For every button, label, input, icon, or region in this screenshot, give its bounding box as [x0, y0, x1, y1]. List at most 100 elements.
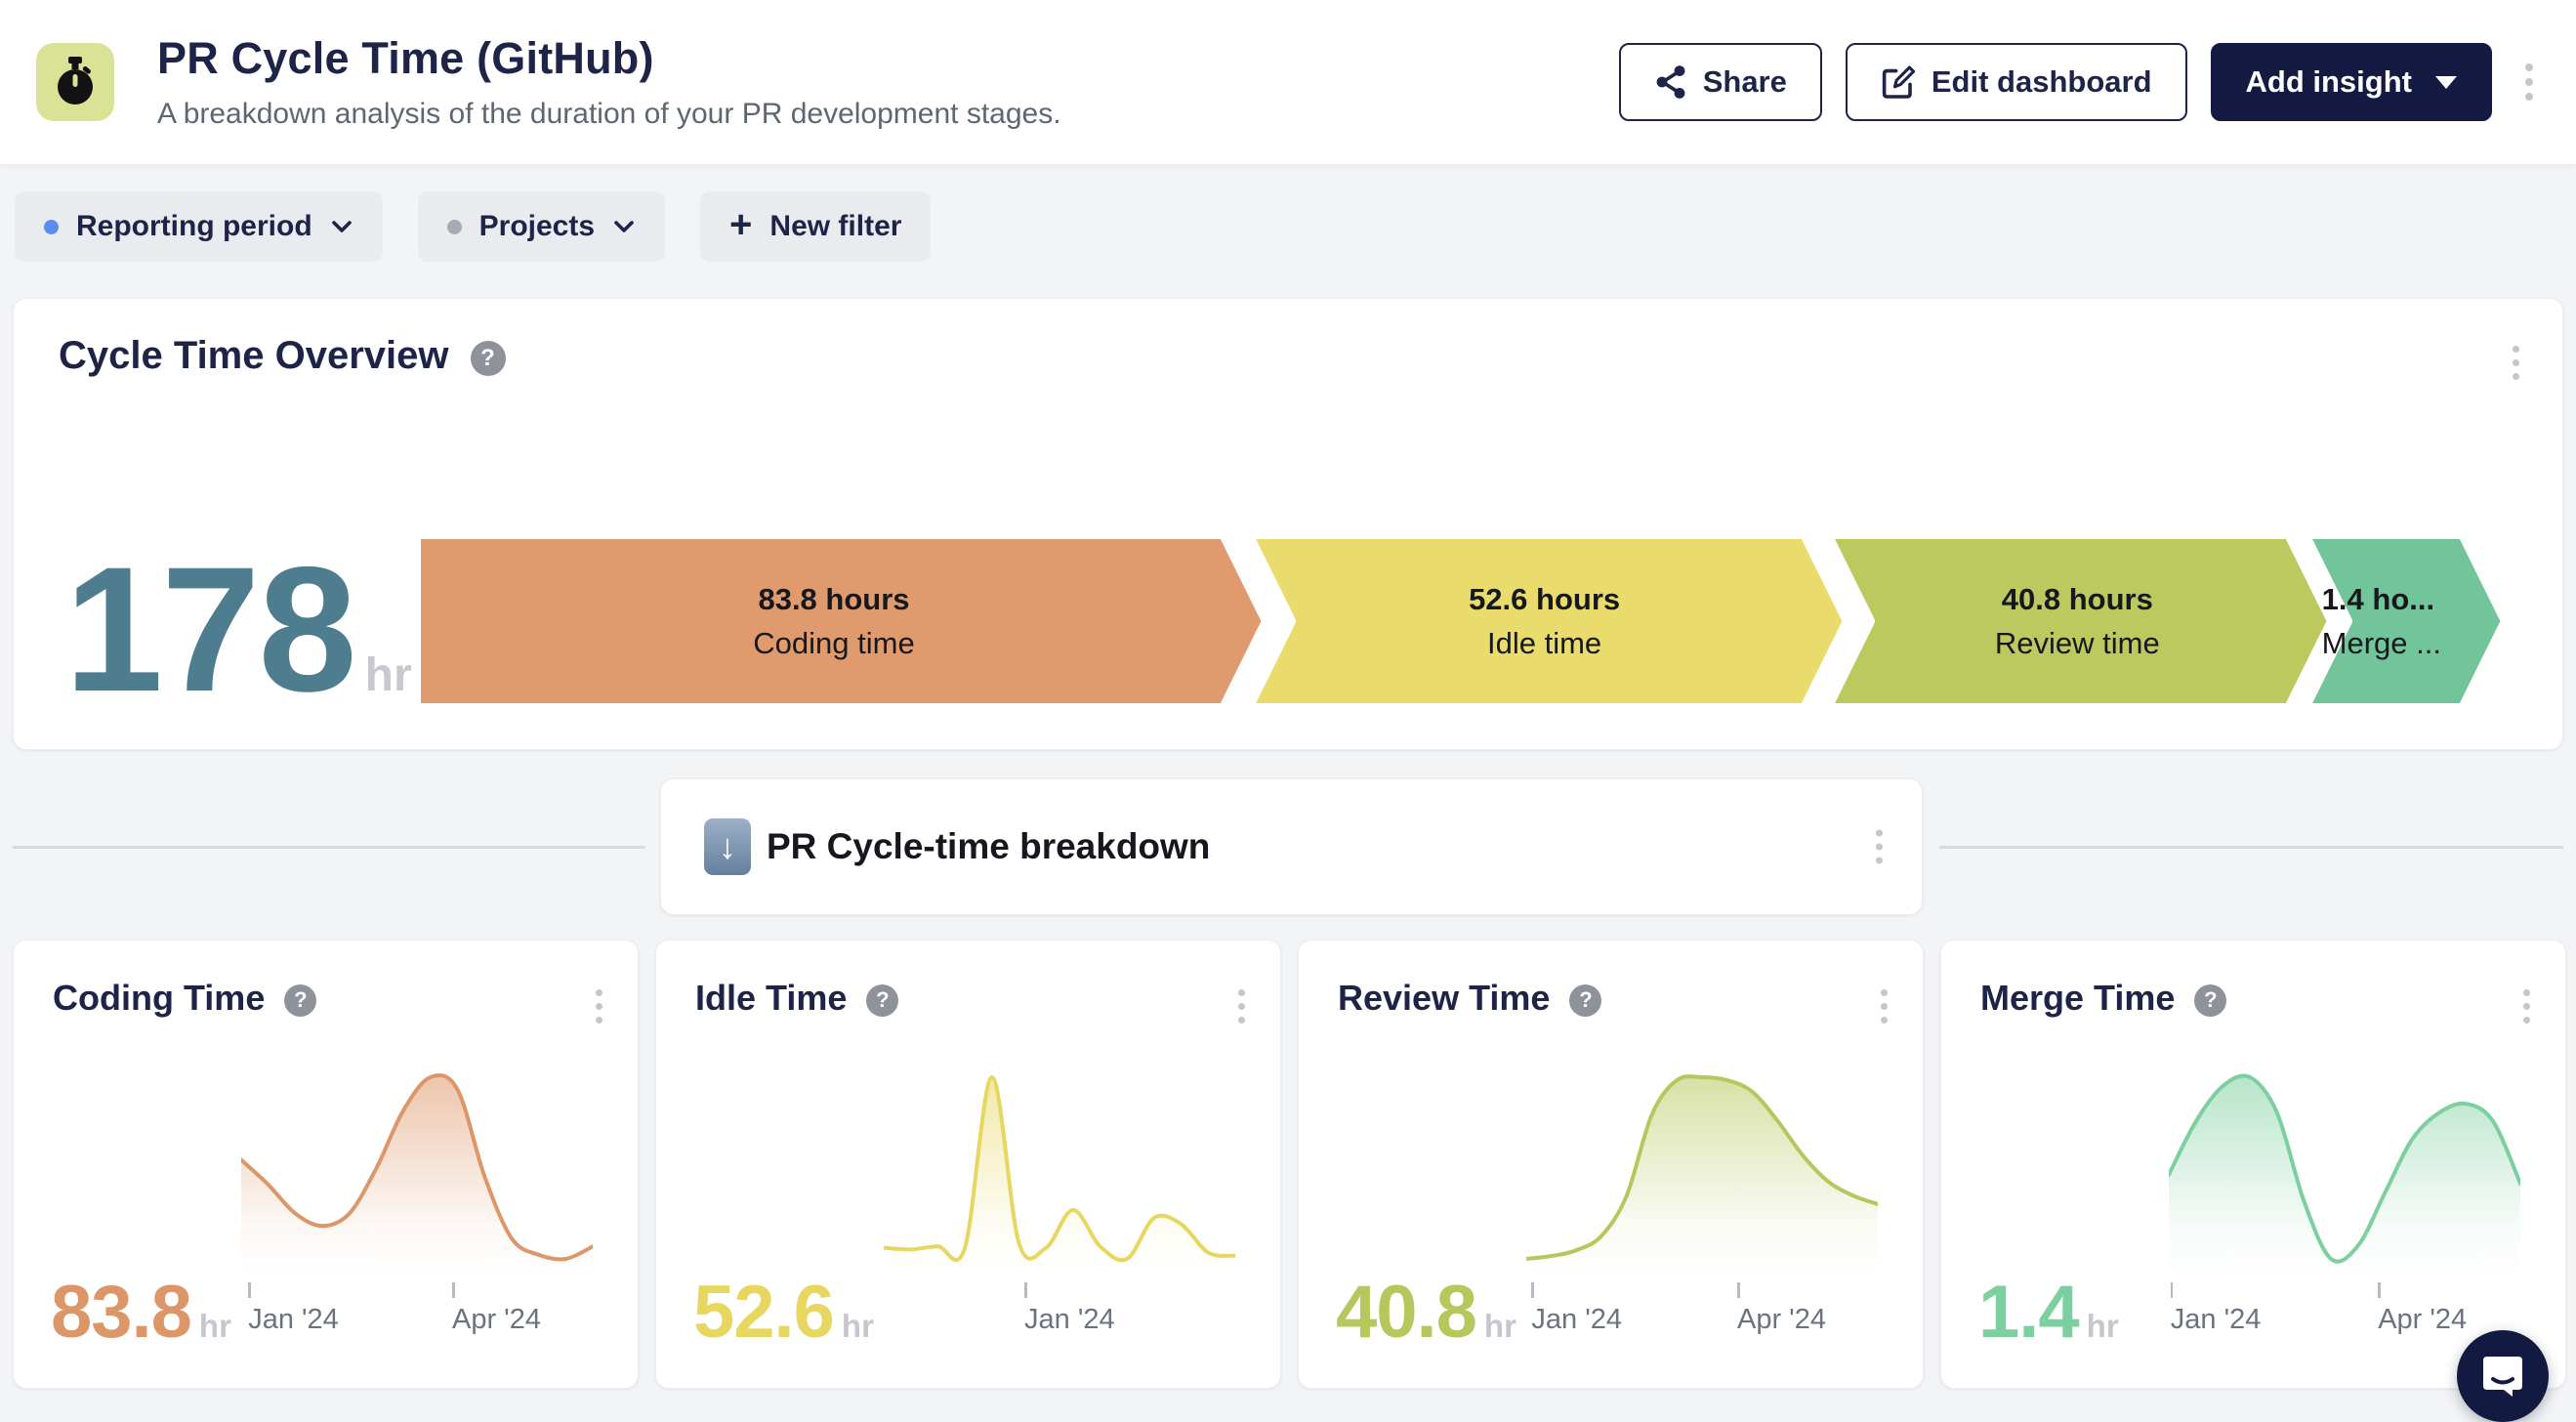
x-axis-tick: Apr '24	[1737, 1282, 1826, 1336]
review-time-card-menu-button[interactable]	[1871, 980, 1897, 1033]
tick-mark	[1531, 1282, 1534, 1298]
x-axis-tick: Jan '24	[2171, 1282, 2262, 1336]
overview-title-row: Cycle Time Overview ?	[14, 299, 2562, 378]
x-axis-tick: Apr '24	[452, 1282, 541, 1336]
merge-time-value: 1.4	[1978, 1270, 2079, 1355]
tick-label: Apr '24	[2378, 1304, 2467, 1336]
breakdown-panel-menu-button[interactable]	[1866, 820, 1892, 874]
help-icon[interactable]: ?	[471, 341, 506, 376]
merge-time-card-menu-button[interactable]	[2514, 980, 2540, 1033]
coding-time-card: Coding Time ? Jan '24 Apr '24 83.8 hr	[13, 940, 639, 1389]
merge-time-unit: hr	[2087, 1308, 2119, 1345]
tick-mark	[452, 1282, 455, 1298]
header-overflow-menu-button[interactable]	[2515, 54, 2543, 110]
page-subtitle: A breakdown analysis of the duration of …	[157, 98, 1619, 131]
edit-dashboard-button-label: Edit dashboard	[1932, 64, 2152, 100]
reporting-period-filter[interactable]: Reporting period	[15, 191, 383, 262]
merge-time-card: Merge Time ? Jan '24 Apr '24 1.4 hr	[1940, 940, 2566, 1389]
coding-time-unit: hr	[199, 1308, 231, 1345]
review-time-card: Review Time ? Jan '24 Apr '24 40.8 hr	[1298, 940, 1924, 1389]
share-icon	[1654, 64, 1687, 100]
idle-time-value: 52.6 hours	[1469, 578, 1620, 622]
page-header: PR Cycle Time (GitHub) A breakdown analy…	[0, 0, 2576, 164]
coding-time-sparkline	[241, 1067, 593, 1275]
overview-panel-menu-button[interactable]	[2503, 336, 2529, 390]
projects-filter[interactable]: Projects	[418, 191, 665, 262]
tick-label: Apr '24	[1737, 1304, 1826, 1336]
tick-mark	[248, 1282, 251, 1298]
header-text: PR Cycle Time (GitHub) A breakdown analy…	[157, 33, 1619, 131]
chevron-down-icon	[612, 219, 636, 234]
idle-time-card-title: Idle Time	[695, 978, 847, 1019]
x-axis-tick: Jan '24	[1531, 1282, 1622, 1336]
overview-panel-title: Cycle Time Overview	[59, 334, 449, 378]
merge-time-x-axis: Jan '24 Apr '24	[2169, 1282, 2520, 1341]
chevron-down-icon	[330, 219, 353, 234]
merge-time-value: 1.4 ho...	[2322, 578, 2441, 622]
coding-time-card-menu-button[interactable]	[586, 980, 612, 1033]
review-time-value: 40.8	[1336, 1270, 1476, 1355]
help-icon[interactable]: ?	[1569, 984, 1601, 1017]
merge-time-label: Merge ...	[2322, 626, 2441, 660]
reporting-period-filter-label: Reporting period	[76, 210, 312, 243]
help-icon[interactable]: ?	[866, 984, 898, 1017]
review-time-x-axis: Jan '24 Apr '24	[1526, 1282, 1878, 1341]
add-insight-button-label: Add insight	[2246, 64, 2412, 100]
help-icon[interactable]: ?	[284, 984, 316, 1017]
tick-mark	[2171, 1282, 2174, 1298]
metric-cards-row: Coding Time ? Jan '24 Apr '24 83.8 hr Id…	[13, 940, 2566, 1389]
idle-time-x-axis: Jan '24	[884, 1282, 1235, 1341]
x-axis-tick: Jan '24	[1024, 1282, 1115, 1336]
tick-mark	[2378, 1282, 2381, 1298]
dashboard-page: { "header": { "icon": "stopwatch-icon", …	[0, 0, 2576, 1412]
idle-time-card-menu-button[interactable]	[1228, 980, 1255, 1033]
review-time-value: 40.8 hours	[1995, 578, 2160, 622]
total-cycle-time: 178 hr	[64, 553, 412, 706]
header-actions: Share Edit dashboard Add insight	[1619, 43, 2543, 121]
funnel-segment-idle: 52.6 hours Idle time	[1469, 578, 1620, 666]
stopwatch-icon	[53, 57, 98, 107]
breakdown-title: PR Cycle-time breakdown	[767, 826, 1210, 867]
cycle-time-funnel: 83.8 hours Coding time 52.6 hours Idle t…	[416, 533, 2506, 711]
coding-time-label: Coding time	[753, 626, 914, 660]
help-icon[interactable]: ?	[2194, 984, 2226, 1017]
down-arrow-emoji-icon: ↓	[704, 818, 751, 875]
new-filter-label: New filter	[769, 210, 901, 243]
idle-time-card: Idle Time ? Jan '24 52.6 hr	[655, 940, 1281, 1389]
funnel-segment-review: 40.8 hours Review time	[1995, 578, 2160, 666]
x-axis-tick: Apr '24	[2378, 1282, 2467, 1336]
chat-bubble-icon	[2479, 1353, 2526, 1400]
dashboard-icon-tile	[36, 43, 114, 121]
chat-launcher-button[interactable]	[2457, 1330, 2549, 1422]
idle-time-value: 52.6	[693, 1270, 834, 1355]
share-button-label: Share	[1703, 64, 1787, 100]
tick-label: Jan '24	[1024, 1304, 1115, 1336]
active-filter-dot-icon	[44, 220, 59, 234]
total-cycle-time-unit: hr	[365, 648, 412, 702]
share-button[interactable]: Share	[1619, 43, 1822, 121]
review-time-label: Review time	[1995, 626, 2160, 660]
coding-time-value: 83.8	[51, 1270, 191, 1355]
x-axis-tick: Jan '24	[248, 1282, 339, 1336]
tick-mark	[1024, 1282, 1027, 1298]
coding-time-x-axis: Jan '24 Apr '24	[241, 1282, 593, 1341]
funnel-segment-coding: 83.8 hours Coding time	[753, 578, 914, 666]
new-filter-button[interactable]: + New filter	[700, 191, 931, 262]
filter-bar: Reporting period Projects + New filter	[15, 191, 931, 262]
row-divider	[13, 846, 645, 849]
review-time-sparkline	[1526, 1067, 1878, 1275]
tick-label: Jan '24	[2171, 1304, 2262, 1336]
tick-mark	[1737, 1282, 1740, 1298]
tick-label: Jan '24	[248, 1304, 339, 1336]
add-insight-button[interactable]: Add insight	[2211, 43, 2492, 121]
cycle-time-overview-panel: Cycle Time Overview ? 178 hr 83.8 hours …	[13, 298, 2563, 750]
edit-dashboard-button[interactable]: Edit dashboard	[1846, 43, 2187, 121]
review-time-unit: hr	[1484, 1308, 1517, 1345]
page-title: PR Cycle Time (GitHub)	[157, 33, 1619, 84]
merge-time-sparkline	[2169, 1067, 2520, 1275]
idle-time-sparkline	[884, 1067, 1235, 1275]
funnel-segment-merge: 1.4 ho... Merge ...	[2322, 578, 2441, 666]
pr-cycle-time-breakdown-panel: ↓ PR Cycle-time breakdown	[660, 778, 1923, 915]
total-cycle-time-value: 178	[64, 553, 355, 706]
idle-time-label: Idle time	[1487, 626, 1601, 660]
